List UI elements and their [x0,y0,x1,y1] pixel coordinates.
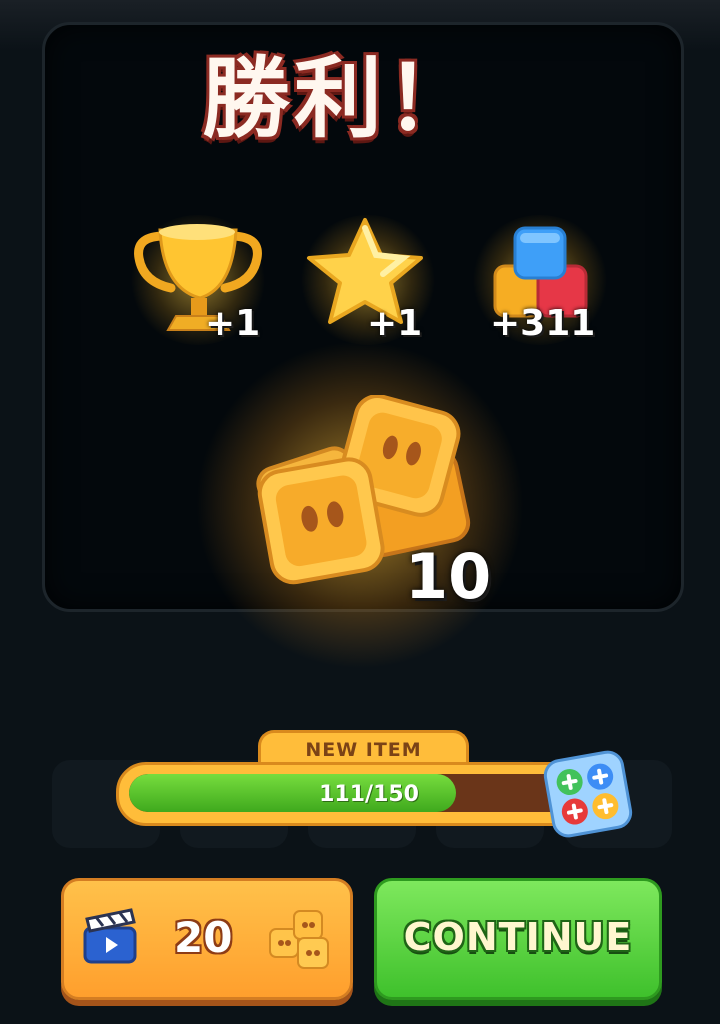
continue-button[interactable]: CONTINUE [374,878,662,1000]
new-item-progress: 111/150 [116,762,596,826]
button-coins-small-icon [269,910,329,969]
watch-ad-button[interactable]: 20 [61,878,353,1000]
reward-trophy: +1 [113,205,283,355]
cubes-amount: +311 [490,303,596,344]
victory-title: 勝利！ [201,46,478,150]
trophy-amount: +1 [205,303,261,344]
main-reward-amount: 10 [405,540,492,613]
progress-track: 111/150 [129,774,571,812]
continue-label: CONTINUE [403,915,633,959]
progress-text: 111/150 [319,782,419,807]
reward-star: +1 [283,205,453,355]
star-amount: +1 [367,303,423,344]
ad-reward-amount: 20 [174,913,233,962]
screw-tray-icon [543,750,633,838]
new-item-label: NEW ITEM [305,739,422,761]
clapperboard-icon [83,908,137,964]
reward-cubes: +311 [455,205,625,355]
